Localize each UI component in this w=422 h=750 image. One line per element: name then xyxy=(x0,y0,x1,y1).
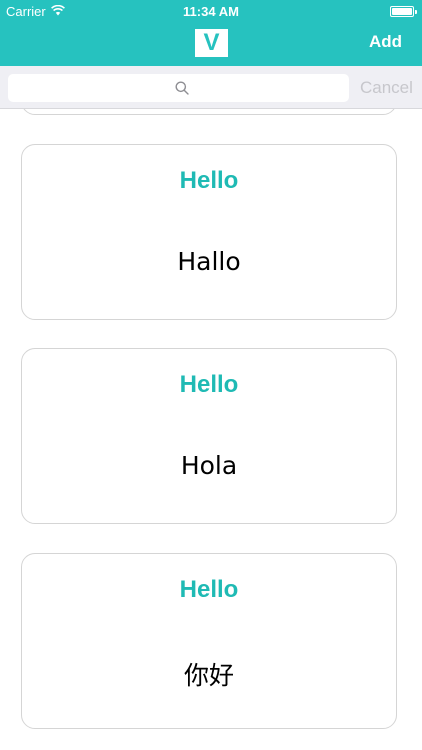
search-bar: Cancel xyxy=(0,66,422,109)
card-list: Hello Hallo Hello Hola Hello 你好 xyxy=(0,109,422,750)
add-button[interactable]: Add xyxy=(369,32,402,52)
app-logo: V xyxy=(195,29,228,57)
battery-icon xyxy=(390,6,417,17)
card-item[interactable]: Hello 你好 xyxy=(21,553,397,729)
card-translation: Hallo xyxy=(177,247,241,276)
card-title: Hello xyxy=(179,371,239,398)
card-translation: Hola xyxy=(180,451,238,480)
battery-fill xyxy=(392,8,412,15)
card-title: Hello xyxy=(179,167,239,194)
cancel-button[interactable]: Cancel xyxy=(360,78,413,98)
card-item[interactable]: Hello Hallo xyxy=(21,144,397,320)
card-translation: 你好 xyxy=(183,661,234,690)
card-partial[interactable] xyxy=(21,109,397,115)
card-item[interactable]: Hello Hola xyxy=(21,348,397,524)
card-title: Hello xyxy=(179,576,239,603)
status-time: 11:34 AM xyxy=(183,4,239,19)
search-icon xyxy=(175,81,189,95)
status-bar: Carrier 11:34 AM xyxy=(0,0,422,22)
top-header: Carrier 11:34 AM V Add xyxy=(0,0,422,66)
search-input[interactable] xyxy=(8,74,349,102)
